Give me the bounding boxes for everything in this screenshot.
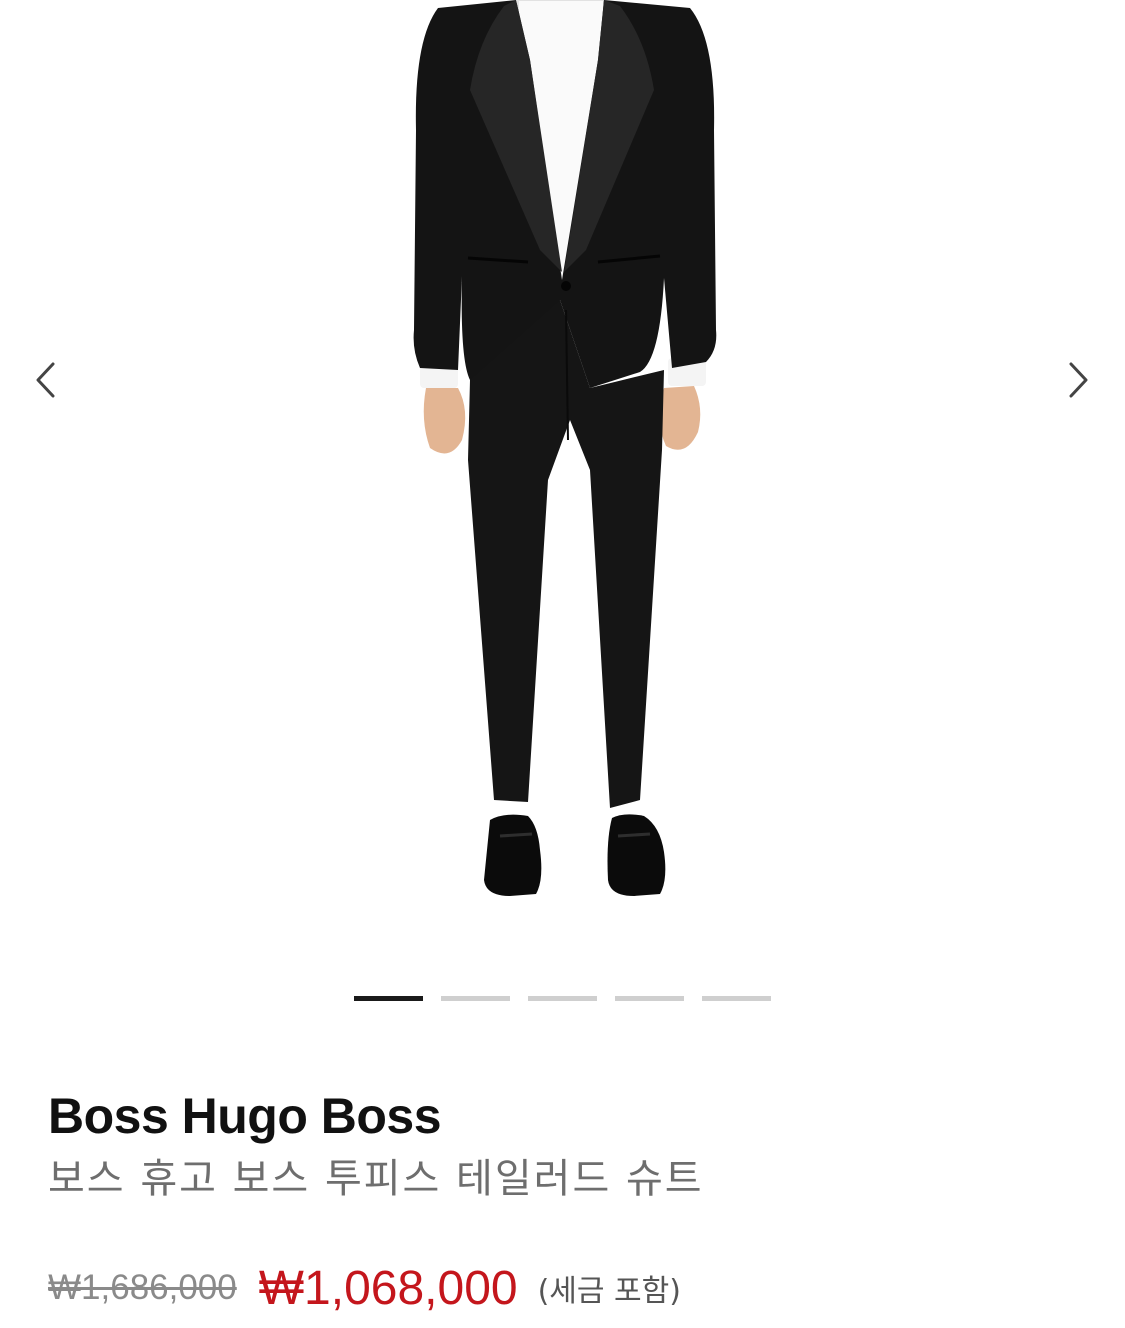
image-pager [354,996,771,1001]
brand-name[interactable]: Boss Hugo Boss [48,1086,442,1146]
pager-indicator-4[interactable] [615,996,684,1001]
pager-indicator-2[interactable] [441,996,510,1001]
next-image-button[interactable] [1054,355,1104,405]
sale-price: ₩1,068,000 [258,1261,518,1315]
chevron-right-icon [1069,362,1088,398]
previous-image-button[interactable] [20,355,70,405]
product-title: 보스 휴고 보스 투피스 테일러드 슈트 [48,1156,704,1202]
pager-indicator-5[interactable] [702,996,771,1001]
product-photo [413,0,717,896]
tax-note: (세금 포함) [537,1274,681,1309]
price-row: ₩1,686,000 ₩1,068,000 (세금 포함) [48,1258,681,1318]
product-image-gallery[interactable] [0,0,1125,960]
original-price: ₩1,686,000 [48,1268,237,1307]
pager-indicator-3[interactable] [528,996,597,1001]
chevron-left-icon [36,362,55,398]
pager-indicator-1[interactable] [354,996,423,1001]
